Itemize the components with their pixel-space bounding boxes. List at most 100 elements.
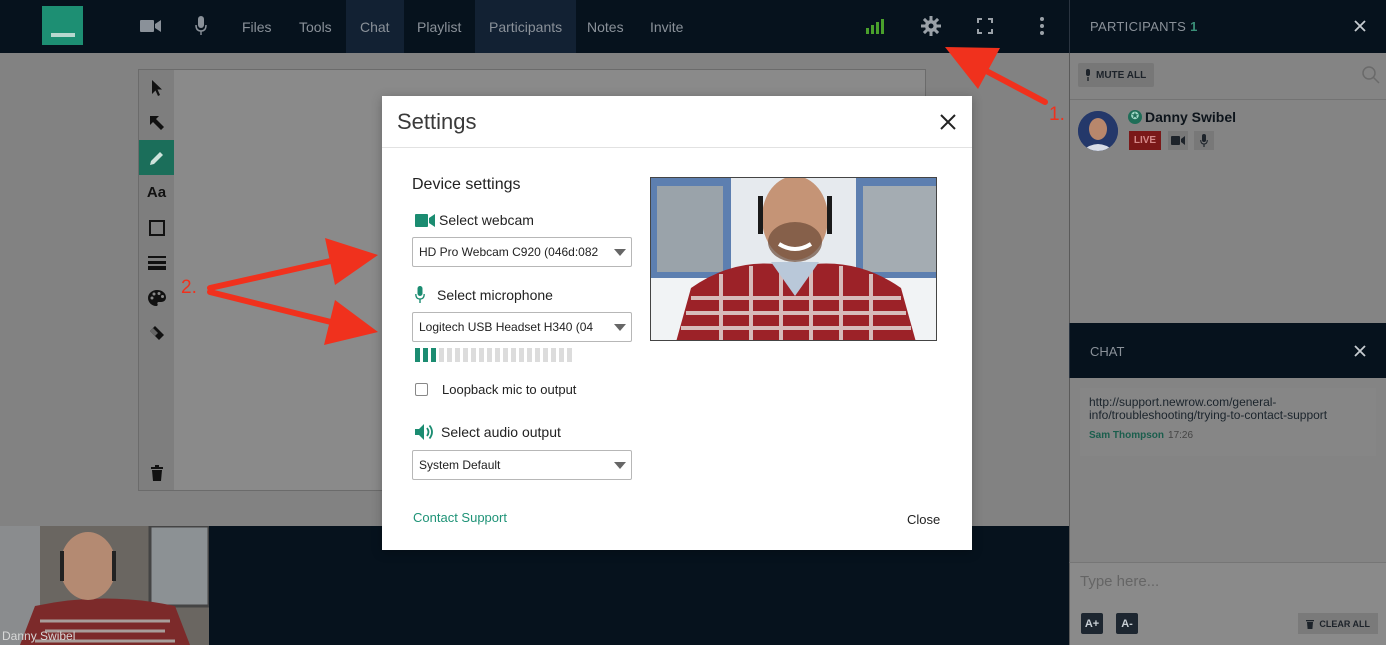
nav-label: Files bbox=[242, 18, 272, 35]
font-increase-button[interactable]: A+ bbox=[1081, 613, 1103, 634]
nav-playlist[interactable]: Playlist bbox=[403, 0, 475, 53]
line-width-icon[interactable] bbox=[139, 245, 174, 280]
trash-icon bbox=[1306, 619, 1315, 629]
webcam-preview-image bbox=[651, 178, 936, 340]
webcam-label-text: Select webcam bbox=[439, 212, 534, 228]
gear-icon[interactable] bbox=[920, 15, 942, 37]
search-icon[interactable] bbox=[1362, 66, 1380, 84]
nav-participants[interactable]: Participants bbox=[475, 0, 577, 53]
nav-chat[interactable]: Chat bbox=[346, 0, 404, 53]
loopback-checkbox[interactable] bbox=[415, 383, 428, 396]
microphone-label-text: Select microphone bbox=[437, 286, 553, 303]
settings-dialog: Settings Device settings Select webcam H… bbox=[382, 96, 972, 550]
level-bar bbox=[503, 348, 508, 362]
participants-count: 1 bbox=[1190, 19, 1198, 34]
microphone-select[interactable]: Logitech USB Headset H340 (04 bbox=[412, 312, 632, 342]
camera-icon[interactable] bbox=[139, 15, 163, 37]
host-star-icon: ✪ bbox=[1128, 110, 1142, 124]
palette-icon[interactable] bbox=[139, 280, 174, 315]
audio-output-select[interactable]: System Default bbox=[412, 450, 632, 480]
annotation-label-2: 2. bbox=[181, 277, 197, 298]
chat-message-text[interactable]: http://support.newrow.com/general-info/t… bbox=[1089, 396, 1368, 422]
nav-invite[interactable]: Invite bbox=[636, 0, 697, 53]
microphone-icon bbox=[415, 286, 437, 303]
level-bar bbox=[511, 348, 516, 362]
chat-header: CHAT bbox=[1069, 323, 1386, 378]
participant-microphone-icon[interactable] bbox=[1194, 131, 1214, 150]
loopback-label: Loopback mic to output bbox=[442, 382, 577, 397]
mute-all-label: MUTE ALL bbox=[1096, 69, 1147, 81]
chevron-down-icon bbox=[614, 324, 626, 331]
clear-all-button[interactable]: CLEAR ALL bbox=[1298, 613, 1378, 634]
webcam-select-value: HD Pro Webcam C920 (046d:082 bbox=[419, 245, 599, 259]
trash-icon[interactable] bbox=[139, 455, 174, 490]
video-name-label: Danny Swibel bbox=[2, 629, 76, 643]
mute-all-button[interactable]: MUTE ALL bbox=[1078, 63, 1155, 87]
level-bar bbox=[463, 348, 468, 362]
chat-messages: http://support.newrow.com/general-info/t… bbox=[1069, 378, 1386, 562]
close-participants-icon[interactable] bbox=[1350, 14, 1370, 38]
signal-strength-icon bbox=[865, 15, 885, 37]
level-bar bbox=[519, 348, 524, 362]
level-bar bbox=[423, 348, 428, 362]
level-bar bbox=[559, 348, 564, 362]
chat-title: CHAT bbox=[1090, 344, 1125, 359]
close-icon[interactable] bbox=[936, 110, 960, 134]
text-tool-label: Aa bbox=[146, 184, 167, 201]
chat-input[interactable]: Type here... bbox=[1080, 573, 1159, 590]
nav-label: Notes bbox=[587, 18, 624, 35]
participants-panel: MUTE ALL ✪ Danny Swibel LIVE bbox=[1069, 53, 1386, 323]
eraser-icon[interactable] bbox=[139, 315, 174, 350]
live-badge: LIVE bbox=[1129, 131, 1161, 150]
chat-message-meta: Sam Thompson 17:26 bbox=[1089, 430, 1368, 441]
webcam-label: Select webcam bbox=[415, 212, 534, 228]
participant-camera-icon[interactable] bbox=[1168, 131, 1188, 150]
fullscreen-icon[interactable] bbox=[975, 15, 995, 37]
level-bar bbox=[455, 348, 460, 362]
level-bar bbox=[567, 348, 572, 362]
nav-label: Participants bbox=[489, 18, 563, 35]
microphone-icon[interactable] bbox=[192, 15, 210, 37]
chat-input-area: Type here... A+ A- CLEAR ALL bbox=[1069, 562, 1386, 645]
level-bar bbox=[479, 348, 484, 362]
participants-title-text: PARTICIPANTS bbox=[1090, 19, 1187, 34]
nav-tools[interactable]: Tools bbox=[285, 0, 346, 53]
annotation-label-1: 1. bbox=[1049, 104, 1065, 125]
pointer-arrow-icon[interactable] bbox=[139, 105, 174, 140]
participants-header: PARTICIPANTS 1 bbox=[1069, 0, 1386, 53]
chat-time: 17:26 bbox=[1168, 430, 1194, 441]
speaker-icon bbox=[415, 424, 441, 440]
contact-support-link[interactable]: Contact Support bbox=[413, 510, 507, 525]
rectangle-icon[interactable] bbox=[139, 210, 174, 245]
divider bbox=[1070, 99, 1386, 100]
chevron-down-icon bbox=[614, 249, 626, 256]
close-chat-icon[interactable] bbox=[1350, 339, 1370, 363]
text-tool-icon[interactable]: Aa bbox=[139, 175, 174, 210]
more-vertical-icon[interactable] bbox=[1034, 15, 1050, 37]
webcam-select[interactable]: HD Pro Webcam C920 (046d:082 bbox=[412, 237, 632, 267]
chat-author: Sam Thompson bbox=[1089, 430, 1165, 441]
nav-files[interactable]: Files bbox=[228, 0, 286, 53]
microphone-icon bbox=[1086, 69, 1090, 81]
participant-name: Danny Swibel bbox=[1145, 109, 1237, 125]
participants-title: PARTICIPANTS 1 bbox=[1090, 19, 1198, 34]
close-button[interactable]: Close bbox=[907, 512, 940, 527]
font-decrease-button[interactable]: A- bbox=[1116, 613, 1138, 634]
dialog-title: Settings bbox=[397, 109, 477, 134]
audio-output-label: Select audio output bbox=[415, 424, 561, 440]
pencil-icon[interactable] bbox=[139, 140, 174, 175]
nav-notes[interactable]: Notes bbox=[573, 0, 638, 53]
level-bar bbox=[447, 348, 452, 362]
nav-label: Tools bbox=[299, 18, 332, 35]
select-arrow-icon[interactable] bbox=[139, 70, 174, 105]
level-bar bbox=[431, 348, 436, 362]
level-bar bbox=[471, 348, 476, 362]
level-bar bbox=[535, 348, 540, 362]
microphone-label: Select microphone bbox=[415, 286, 553, 303]
nav-label: Invite bbox=[650, 18, 684, 35]
device-settings-title: Device settings bbox=[412, 176, 521, 193]
microphone-select-value: Logitech USB Headset H340 (04 bbox=[419, 320, 594, 334]
webcam-preview bbox=[650, 177, 937, 341]
video-thumbnail[interactable]: Danny Swibel bbox=[0, 526, 209, 645]
level-bar bbox=[495, 348, 500, 362]
